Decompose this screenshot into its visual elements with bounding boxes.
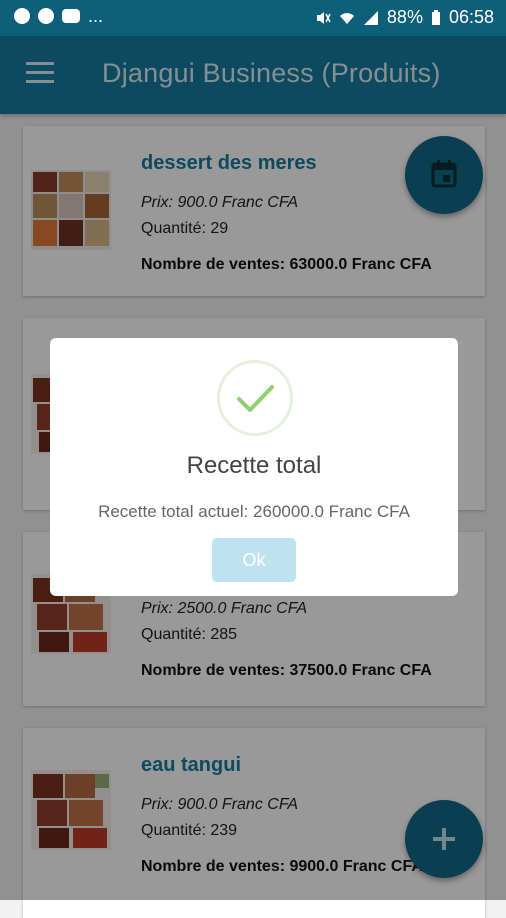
dialog-message: Recette total actuel: 260000.0 Franc CFA: [98, 502, 410, 521]
check-icon: [237, 385, 274, 412]
clock: 06:58: [448, 7, 494, 27]
more-notifications: ...: [88, 6, 104, 26]
notification-icons: ...: [14, 6, 104, 26]
battery-percent: 88%: [386, 7, 423, 27]
total-revenue-dialog: Recette total Recette total actuel: 2600…: [50, 338, 458, 596]
ok-button[interactable]: Ok: [212, 538, 296, 582]
chat-icon: [38, 8, 54, 24]
wifi-icon: [339, 12, 354, 24]
signal-icon: [363, 10, 378, 25]
mute-icon: [316, 11, 331, 24]
dialog-title: Recette total: [186, 452, 322, 479]
status-bar: ... 88% 06:58: [0, 0, 506, 36]
success-circle: [217, 360, 293, 436]
youtube-icon: [62, 9, 80, 23]
system-icons: 88% 06:58: [315, 7, 494, 28]
globe-icon: [14, 8, 30, 24]
battery-icon: [431, 9, 440, 25]
